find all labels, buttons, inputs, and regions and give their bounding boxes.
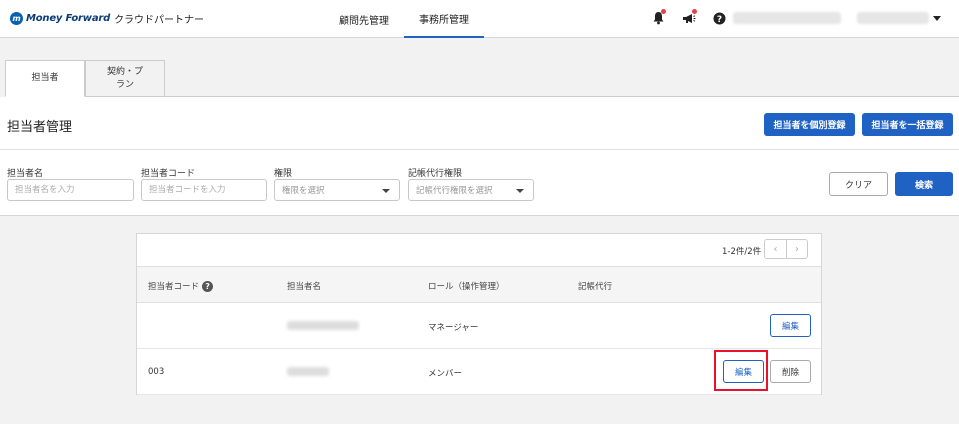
help-icon[interactable]: ? [202, 280, 214, 292]
name-filter-input[interactable] [7, 179, 134, 201]
chevron-down-icon [382, 189, 390, 193]
bookkeeping-select[interactable]: 記帳代行権限を選択 [408, 179, 534, 201]
logo[interactable]: m Money Forward クラウドパートナー [10, 11, 204, 26]
register-single-button[interactable]: 担当者を個別登録 [764, 113, 855, 136]
header-name: 担当者名 [287, 282, 322, 292]
nav-office-management[interactable]: 事務所管理 [404, 0, 484, 38]
name-filter-label: 担当者名 [7, 169, 44, 179]
code-filter-label: 担当者コード [141, 169, 196, 179]
search-button[interactable]: 検索 [895, 172, 953, 196]
code-filter-input[interactable] [141, 179, 267, 201]
help-icon[interactable]: ? [711, 10, 727, 26]
tab-contract-plan[interactable]: 契約・プラン [85, 60, 165, 97]
row-code: 003 [148, 367, 165, 377]
delete-button[interactable]: 削除 [770, 360, 811, 383]
row-name-redacted [287, 321, 359, 330]
permission-filter-label: 権限 [274, 169, 293, 179]
office-name-redacted [733, 12, 841, 24]
header-role: ロール（操作管理） [428, 282, 505, 292]
bookkeeping-select-value: 記帳代行権限を選択 [416, 186, 493, 196]
logo-mark-icon: m [10, 12, 23, 25]
chevron-down-icon [516, 189, 524, 193]
nav-client-management[interactable]: 顧問先管理 [326, 0, 402, 38]
row-role: マネージャー [428, 323, 479, 333]
tab-staff[interactable]: 担当者 [5, 60, 85, 97]
notification-badge [661, 9, 666, 14]
bookkeeping-filter-label: 記帳代行権限 [408, 169, 463, 179]
pagination: ‹ › [764, 239, 808, 259]
edit-button[interactable]: 編集 [770, 314, 811, 337]
announcement-badge [692, 9, 697, 14]
highlight-box [714, 350, 768, 391]
header-code-label: 担当者コード [148, 282, 200, 292]
permission-select[interactable]: 権限を選択 [274, 179, 400, 201]
chevron-down-icon[interactable] [933, 16, 941, 21]
page-title: 担当者管理 [7, 120, 73, 135]
table-row: マネージャー 編集 [137, 303, 821, 349]
bell-icon[interactable] [650, 9, 666, 26]
logo-text: Money Forward [26, 13, 111, 24]
logo-subtitle: クラウドパートナー [114, 15, 205, 26]
user-name-redacted[interactable] [857, 12, 929, 24]
chevron-left-icon[interactable]: ‹ [765, 240, 786, 258]
header-bookkeeping: 記帳代行 [578, 282, 613, 292]
header-code: 担当者コード ? [148, 280, 214, 292]
clear-button[interactable]: クリア [829, 172, 888, 196]
svg-text:?: ? [716, 14, 721, 24]
filter-section: 担当者名 担当者コード 権限 権限を選択 記帳代行権限 記帳代行権限を選択 [0, 150, 959, 216]
register-bulk-button[interactable]: 担当者を一括登録 [862, 113, 953, 136]
chevron-right-icon[interactable]: › [785, 240, 807, 258]
row-role: メンバー [428, 369, 463, 379]
permission-select-value: 権限を選択 [282, 186, 325, 196]
tab-contract-plan-label: 契約・プラン [106, 66, 143, 90]
app-header: m Money Forward クラウドパートナー 顧問先管理 事務所管理 ? [0, 0, 959, 38]
row-name-redacted [287, 367, 329, 376]
table-header: 担当者コード ? 担当者名 ロール（操作管理） 記帳代行 [137, 266, 821, 303]
megaphone-icon[interactable] [681, 9, 697, 26]
title-section: 担当者管理 担当者を個別登録 担当者を一括登録 [0, 97, 959, 150]
pagination-count: 1-2件/2件 [722, 247, 762, 257]
